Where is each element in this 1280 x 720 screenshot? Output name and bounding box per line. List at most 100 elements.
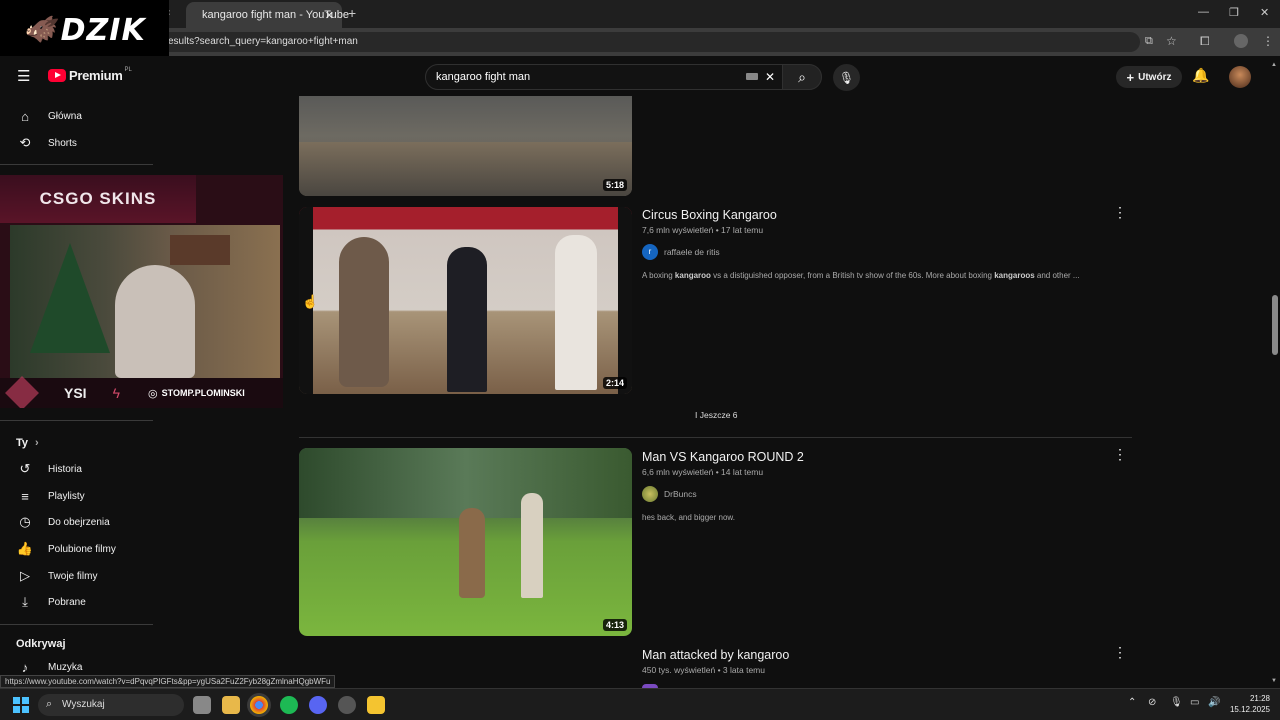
youtube-play-icon — [48, 69, 66, 82]
description-highlight: kangaroo — [674, 271, 711, 280]
network-icon[interactable]: ⊘ — [1148, 697, 1156, 708]
address-bar[interactable]: esults?search_query=kangaroo+fight+man — [160, 32, 1140, 52]
scroll-up-icon[interactable]: ▲ — [1271, 62, 1277, 68]
show-more-button[interactable]: I Jeszcze 6 — [695, 410, 738, 420]
plus-icon: + — [1126, 69, 1135, 85]
new-tab-button[interactable]: + — [348, 5, 356, 21]
bookmark-star-icon[interactable]: ☆ — [1166, 34, 1177, 48]
search-button[interactable]: ⌕ — [782, 64, 822, 90]
sidebar-item-label: Do obejrzenia — [48, 516, 110, 528]
sidebar-item-history[interactable]: ↺ Historia — [0, 456, 155, 482]
restore-button[interactable]: ❐ — [1229, 6, 1239, 19]
taskbar-search-placeholder: Wyszukaj — [62, 699, 105, 710]
spotify-icon[interactable] — [280, 696, 298, 714]
youtube-logo[interactable]: Premium PL — [48, 67, 132, 83]
task-view-icon[interactable] — [193, 696, 211, 714]
video-duration: 2:14 — [602, 377, 627, 389]
channel-avatar: r — [642, 244, 658, 260]
brand-diamond-icon — [5, 376, 39, 408]
taskbar-search[interactable]: ⌕ Wyszukaj — [38, 694, 184, 716]
your-videos-icon: ▷ — [20, 568, 30, 583]
create-label: Utwórz — [1138, 71, 1172, 83]
search-input[interactable]: kangaroo fight man ✕ — [425, 64, 785, 90]
minimize-button[interactable]: — — [1198, 6, 1209, 18]
taskbar-clock[interactable]: 21:28 15.12.2025 — [1226, 693, 1270, 715]
windows-taskbar: ⌕ Wyszukaj ⌃ ⊘ 🎙 ▭ 🔊 21:28 15.12.2025 — [0, 688, 1280, 720]
sidebar-item-playlists[interactable]: ≡ Playlisty — [0, 483, 155, 509]
instagram-icon: ◎ — [148, 387, 158, 400]
more-actions-icon[interactable]: ⋮ — [1113, 446, 1127, 463]
sidebar-item-label: Twoje filmy — [48, 570, 98, 582]
windows-start-icon[interactable] — [13, 697, 29, 713]
install-icon[interactable]: ⧉ — [1145, 35, 1153, 48]
video-thumbnail[interactable]: 2:14 — [299, 207, 632, 394]
home-icon: ⌂ — [21, 108, 29, 124]
video-thumbnail[interactable]: 5:18 — [299, 96, 632, 196]
youtube-masthead: ☰ Premium PL kangaroo fight man ✕ ⌕ 🎙 + … — [0, 56, 1280, 96]
webcam-overlay: CSGO SKINS YSI ϟ ◎ STOMP.PLOMINSKI — [0, 175, 283, 408]
channel-name: raffaele de ritis — [664, 247, 720, 257]
stream-logo-overlay: 🐗 DZIK — [0, 0, 169, 60]
music-icon: ♪ — [21, 659, 29, 675]
tray-overflow-icon[interactable]: ⌃ — [1128, 697, 1136, 708]
video-title[interactable]: Circus Boxing Kangaroo — [642, 208, 777, 222]
chrome-icon[interactable] — [250, 696, 268, 714]
create-button[interactable]: + Utwórz — [1116, 66, 1182, 88]
sidebar-item-downloads[interactable]: ⤓ Pobrane — [0, 589, 155, 615]
christmas-tree — [30, 243, 110, 353]
instagram-handle: STOMP.PLOMINSKI — [161, 388, 245, 398]
sidebar-section-you[interactable]: Ty › — [0, 430, 155, 456]
clear-search-icon[interactable]: ✕ — [765, 70, 775, 84]
description-text: and other ... — [1034, 271, 1080, 280]
file-explorer-icon[interactable] — [222, 696, 240, 714]
divider — [0, 420, 153, 421]
sidebar-item-your-videos[interactable]: ▷ Twoje filmy — [0, 563, 155, 589]
scroll-down-icon[interactable]: ▼ — [1271, 678, 1277, 684]
brand-text: Premium — [69, 68, 123, 83]
video-title[interactable]: Man VS Kangaroo ROUND 2 — [642, 450, 804, 464]
description-text: vs a distiguished opposer, from a Britis… — [710, 271, 995, 280]
sidebar-item-liked[interactable]: 👍 Polubione filmy — [0, 536, 155, 562]
extensions-icon[interactable]: ⧠ — [1200, 34, 1210, 49]
sidebar-item-shorts[interactable]: ⟲ Shorts — [0, 130, 155, 156]
close-window-button[interactable]: ✕ — [1260, 6, 1269, 19]
more-actions-icon[interactable]: ⋮ — [1113, 644, 1127, 661]
sponsor-banner: CSGO SKINS — [0, 175, 196, 223]
close-tab-icon[interactable]: ✕ — [325, 9, 334, 22]
page-scrollbar[interactable]: ▲ ▼ — [1270, 62, 1280, 688]
channel-name: DrBuncs — [664, 489, 697, 499]
browser-menu-icon[interactable]: ⋮ — [1262, 34, 1274, 48]
video-thumbnail[interactable]: 4:13 — [299, 448, 632, 636]
video-title[interactable]: Man attacked by kangaroo — [642, 648, 789, 662]
channel-link[interactable]: DrBuncs — [642, 486, 697, 502]
description-highlight: kangaroos — [994, 271, 1035, 280]
app-icon[interactable] — [367, 696, 385, 714]
display-icon[interactable]: ▭ — [1190, 697, 1199, 708]
sponsor-text: CSGO SKINS — [39, 189, 157, 208]
tab-youtube[interactable]: kangaroo fight man - YouTube ✕ — [186, 2, 349, 28]
shelf — [170, 235, 230, 265]
divider — [299, 437, 1132, 438]
sidebar-item-label: Historia — [48, 463, 82, 475]
channel-link[interactable]: r raffaele de ritis — [642, 244, 720, 260]
account-avatar[interactable] — [1229, 66, 1251, 88]
watch-later-icon: ◷ — [19, 514, 31, 529]
sidebar-item-home[interactable]: ⌂ Główna — [0, 103, 155, 129]
hamburger-menu-icon[interactable]: ☰ — [17, 67, 30, 85]
volume-icon[interactable]: 🔊 — [1208, 697, 1220, 708]
obs-icon[interactable] — [338, 696, 356, 714]
search-query: kangaroo fight man — [436, 71, 531, 83]
scrollbar-thumb[interactable] — [1272, 295, 1278, 355]
voice-search-button[interactable]: 🎙 — [833, 64, 860, 91]
video-duration: 5:18 — [602, 179, 627, 191]
microphone-tray-icon[interactable]: 🎙 — [1170, 697, 1183, 708]
discord-icon[interactable] — [309, 696, 327, 714]
more-actions-icon[interactable]: ⋮ — [1113, 204, 1127, 221]
browser-tab-bar: ‹ kangaroo fight man - YouTube ✕ + — ❐ ✕ — [0, 0, 1280, 28]
profile-avatar[interactable] — [1234, 34, 1248, 48]
man-figure — [521, 493, 543, 598]
keyboard-icon[interactable] — [746, 73, 758, 80]
notifications-bell-icon[interactable]: 🔔 — [1192, 67, 1209, 84]
video-meta: 6,6 mln wyświetleń • 14 lat temu — [642, 467, 764, 477]
sidebar-item-watch-later[interactable]: ◷ Do obejrzenia — [0, 509, 155, 535]
